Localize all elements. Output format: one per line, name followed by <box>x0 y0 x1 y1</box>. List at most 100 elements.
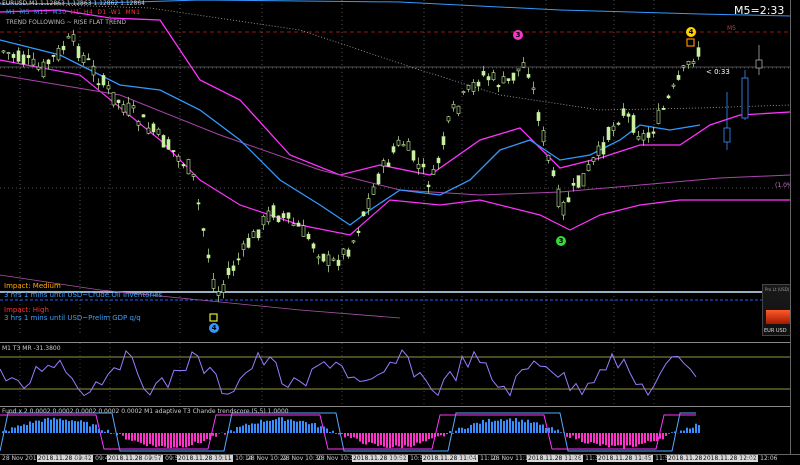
histogram-bar <box>518 422 520 433</box>
histogram-bar <box>17 425 19 433</box>
candle <box>412 151 415 160</box>
histogram-bar <box>392 433 394 447</box>
price-chart-pane[interactable] <box>0 0 790 336</box>
histogram-bar <box>533 422 535 433</box>
candle <box>377 174 380 184</box>
candle <box>482 71 485 75</box>
histogram-bar <box>215 433 217 437</box>
histogram-bar <box>320 426 322 433</box>
candle <box>317 257 320 258</box>
histogram-bar <box>71 420 73 433</box>
histogram-bar <box>671 432 673 433</box>
histogram-bar <box>554 431 556 433</box>
timeframe-m30[interactable]: M30 <box>52 9 66 16</box>
candle <box>62 46 65 50</box>
histogram-bar <box>503 421 505 433</box>
timeframe-m15[interactable]: M15 <box>34 9 48 16</box>
histogram-bar <box>173 433 175 447</box>
widget-title: Pro Lt (USD) <box>765 287 789 292</box>
histogram-bar <box>566 433 568 437</box>
candle <box>97 84 100 85</box>
histogram-bar <box>356 433 358 439</box>
candle <box>517 69 520 71</box>
histogram-bar <box>638 433 640 444</box>
candle <box>232 266 235 271</box>
histogram-bar <box>290 419 292 433</box>
histogram-bar <box>341 433 343 434</box>
histogram-bar <box>74 421 76 433</box>
timeframe-w1[interactable]: W1 <box>111 9 122 16</box>
histogram-bar <box>452 433 454 434</box>
histogram-bar <box>419 433 421 443</box>
time-axis[interactable]: 28 Nov 20182018.11.28 09:4228 Nov 09:462… <box>0 454 800 465</box>
candle <box>37 67 40 69</box>
histogram-bar <box>584 433 586 443</box>
histogram-bar <box>686 428 688 433</box>
histogram-bar <box>77 421 79 433</box>
histogram-bar <box>203 433 205 441</box>
candle <box>547 155 550 160</box>
histogram-bar <box>311 423 313 433</box>
candle <box>202 229 205 231</box>
news-event-gdp[interactable]: 3 hrs 1 mins until USD~Prelim GDP q/q <box>4 314 141 322</box>
timeframe-m1[interactable]: M1 <box>6 9 16 16</box>
candle <box>242 244 245 250</box>
timeframe-d1[interactable]: D1 <box>97 9 106 16</box>
candle <box>42 62 45 77</box>
histogram-bar <box>50 420 52 433</box>
htf-candle <box>724 128 730 142</box>
histogram-bar <box>611 433 613 446</box>
candle <box>127 103 130 115</box>
histogram-bar <box>128 433 130 440</box>
candle <box>527 74 530 77</box>
price-scale[interactable] <box>790 0 800 454</box>
histogram-bar <box>134 433 136 441</box>
candle <box>637 136 640 139</box>
candle <box>462 91 465 92</box>
timeframe-m5[interactable]: M5 <box>20 9 30 16</box>
histogram-bar <box>650 433 652 442</box>
candle <box>162 135 165 147</box>
timeframe-h4[interactable]: H4 <box>84 9 93 16</box>
htf-candle <box>742 78 748 118</box>
candle <box>137 122 140 126</box>
timeframe-mn1[interactable]: MN1 <box>126 9 141 16</box>
candle <box>582 173 585 186</box>
histogram-bar <box>152 433 154 446</box>
histogram-bar <box>41 422 43 433</box>
news-event-crude-oil[interactable]: 3 hrs 1 mins until USD~Crude Oil Invento… <box>4 291 162 299</box>
histogram-bar <box>95 425 97 433</box>
oscillator-pane[interactable] <box>0 342 790 405</box>
histogram-bar <box>695 424 697 433</box>
timeframe-h1[interactable]: H1 <box>71 9 80 16</box>
histogram-bar <box>278 417 280 433</box>
candle <box>7 52 10 53</box>
histogram-bar <box>182 433 184 447</box>
histogram-bar <box>479 424 481 433</box>
histogram-bar <box>524 422 526 433</box>
histogram-bar <box>335 433 337 434</box>
candle <box>437 158 440 163</box>
histogram-bar <box>161 433 163 446</box>
histogram-bar <box>617 433 619 445</box>
histogram-bar <box>473 423 475 433</box>
candle <box>87 59 90 60</box>
histogram-bar <box>539 425 541 433</box>
candle <box>27 55 30 57</box>
histogram-bar <box>92 424 94 433</box>
histogram-bar <box>137 433 139 442</box>
candle <box>432 169 435 174</box>
pattern-box <box>210 314 217 321</box>
histogram-bar <box>248 425 250 433</box>
histogram-bar <box>698 425 700 433</box>
histogram-bar <box>194 433 196 442</box>
histogram-bar <box>425 433 427 441</box>
oscillator-canvas[interactable] <box>0 343 790 405</box>
histogram-bar <box>83 422 85 433</box>
price-chart-canvas[interactable] <box>0 0 790 336</box>
histogram-bar <box>314 423 316 433</box>
histogram-bar <box>401 433 403 448</box>
timeframe-row: M1 M5 M15 M30 H1 H4 D1 W1 MN1 <box>6 9 144 16</box>
histogram-bar <box>476 423 478 433</box>
histogram-bar <box>374 433 376 444</box>
